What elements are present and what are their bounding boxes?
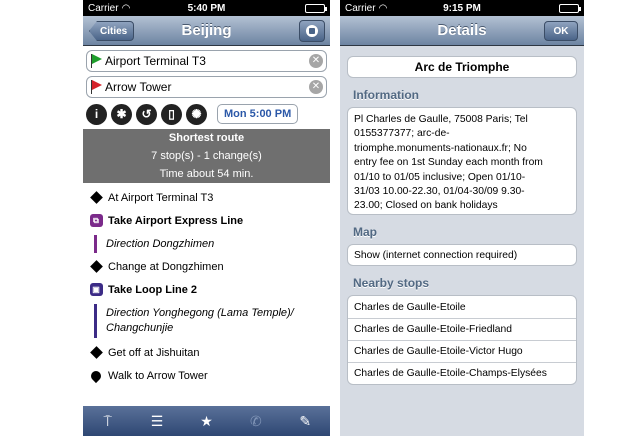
route-toolbar: i ✱ ↺ ▯ ✺ Mon 5:00 PM [86, 102, 327, 126]
walk-icon[interactable]: ✱ [111, 103, 132, 125]
stop-icon [306, 25, 318, 37]
star-icon[interactable]: ★ [192, 409, 220, 433]
train-icon: ⧉ [89, 214, 103, 227]
nearby-stop-item[interactable]: Charles de Gaulle-Etoile-Victor Hugo [348, 340, 576, 362]
ok-button[interactable]: OK [544, 21, 578, 41]
nearby-stops-list: Charles de Gaulle-Etoile Charles de Gaul… [347, 295, 577, 385]
information-header: Information [353, 88, 419, 102]
info-line: 0155377377; arc-de- [354, 128, 450, 140]
battery-icon [305, 3, 327, 13]
line-segment [94, 234, 97, 253]
page-title: Details [437, 22, 487, 39]
carrier: Carrier ◠ [345, 3, 387, 14]
list-item[interactable]: Walk to Arrow Tower [88, 364, 330, 387]
phone-icon[interactable]: ✆ [242, 409, 270, 433]
list-item[interactable]: Get off at Jishuitan [89, 341, 330, 364]
nav-bar: Details OK [340, 16, 584, 46]
step-text-line: Changchunjie [106, 322, 174, 334]
destination-pin-icon [88, 368, 104, 383]
step-text: Change at Dongzhimen [108, 260, 224, 273]
list-icon[interactable]: ☰ [143, 409, 171, 433]
list-item[interactable]: Direction Dongzhimen [89, 232, 330, 255]
left-phone-screen: Carrier ◠ 5:40 PM Cities Beijing Airport… [83, 0, 330, 436]
signpost-icon[interactable]: ⍑ [94, 409, 122, 433]
step-text: Direction Yonghegong (Lama Temple)/ Chan… [106, 306, 294, 336]
stop-diamond-icon [89, 191, 103, 204]
settings-icon[interactable]: ✺ [186, 103, 207, 125]
line-segment [94, 304, 97, 338]
status-bar: Carrier ◠ 5:40 PM [83, 0, 330, 16]
stop-button[interactable] [299, 20, 325, 42]
step-text: Take Airport Express Line [108, 214, 244, 227]
show-map-row[interactable]: Show (internet connection required) [347, 244, 577, 266]
nearby-stop-item[interactable]: Charles de Gaulle-Etoile-Champs-Elysées [348, 362, 576, 384]
list-item[interactable]: ⧉ Take Airport Express Line [89, 209, 330, 232]
subway-icon: ▣ [89, 283, 103, 296]
route-summary: Shortest route 7 stop(s) - 1 change(s) T… [83, 129, 330, 183]
step-text: Take Loop Line 2 [108, 283, 198, 296]
wifi-icon: ◠ [121, 2, 131, 14]
nearby-stop-item[interactable]: Charles de Gaulle-Etoile-Friedland [348, 318, 576, 340]
info-icon[interactable]: i [86, 103, 107, 125]
list-item[interactable]: ▣ Take Loop Line 2 [89, 278, 330, 301]
cities-back-button[interactable]: Cities [89, 21, 135, 41]
info-line: 01/10 to 01/05 inclusive; Open 01/10- [354, 171, 526, 183]
tab-bar: ⍑ ☰ ★ ✆ ✎ [83, 406, 330, 436]
clear-icon[interactable]: ✕ [309, 80, 323, 94]
info-line: 31/03 10.00-22.30, 01/04-30/09 9.30- [354, 186, 525, 198]
wrench-icon[interactable]: ✎ [291, 409, 319, 433]
list-item[interactable]: Direction Yonghegong (Lama Temple)/ Chan… [89, 301, 330, 341]
info-line: 23.00; Closed on bank holidays [354, 200, 498, 212]
from-field[interactable]: Airport Terminal T3 ✕ [86, 50, 327, 72]
datetime-button[interactable]: Mon 5:00 PM [217, 104, 299, 124]
summary-title: Shortest route [168, 132, 245, 144]
wifi-icon: ◠ [378, 2, 388, 14]
battery-icon [559, 3, 581, 13]
summary-time: Time about 54 min. [159, 168, 254, 180]
right-phone-screen: Carrier ◠ 9:15 PM Details OK Arc de Trio… [340, 0, 584, 436]
list-item[interactable]: At Airport Terminal T3 [89, 186, 330, 209]
step-text-line: Direction Yonghegong (Lama Temple)/ [106, 307, 294, 319]
to-field[interactable]: Arrow Tower ✕ [86, 76, 327, 98]
clear-icon[interactable]: ✕ [309, 54, 323, 68]
step-text: Walk to Arrow Tower [108, 369, 208, 382]
step-text: Get off at Jishuitan [108, 346, 200, 359]
to-field-value: Arrow Tower [105, 80, 172, 94]
red-flag-icon [90, 80, 102, 94]
summary-stops: 7 stop(s) - 1 change(s) [151, 150, 262, 162]
list-item[interactable]: Change at Dongzhimen [89, 255, 330, 278]
step-text: At Airport Terminal T3 [108, 191, 214, 204]
carrier-label: Carrier [345, 2, 376, 14]
carrier: Carrier ◠ [88, 3, 130, 14]
carrier-label: Carrier [88, 2, 119, 14]
information-card: Pl Charles de Gaulle, 75008 Paris; Tel 0… [347, 107, 577, 215]
delete-icon[interactable]: ▯ [161, 103, 182, 125]
from-field-value: Airport Terminal T3 [105, 54, 206, 68]
step-text: Direction Dongzhimen [106, 237, 215, 250]
stop-diamond-icon [89, 346, 103, 359]
page-title: Beijing [181, 22, 232, 39]
status-bar: Carrier ◠ 9:15 PM [340, 0, 584, 16]
stop-diamond-icon [89, 260, 103, 273]
place-name: Arc de Triomphe [347, 56, 577, 78]
nearby-stop-item[interactable]: Charles de Gaulle-Etoile [348, 296, 576, 318]
nav-bar: Cities Beijing [83, 16, 330, 46]
reverse-icon[interactable]: ↺ [136, 103, 157, 125]
info-line: triomphe.monuments-nationaux.fr; No [354, 142, 527, 154]
green-flag-icon [90, 54, 102, 68]
info-line: Pl Charles de Gaulle, 75008 Paris; Tel [354, 114, 528, 125]
map-header: Map [353, 225, 377, 239]
route-steps: At Airport Terminal T3 ⧉ Take Airport Ex… [83, 183, 330, 387]
nearby-stops-header: Nearby stops [353, 276, 430, 290]
info-line: entry fee on 1st Sunday each month from [354, 157, 543, 169]
